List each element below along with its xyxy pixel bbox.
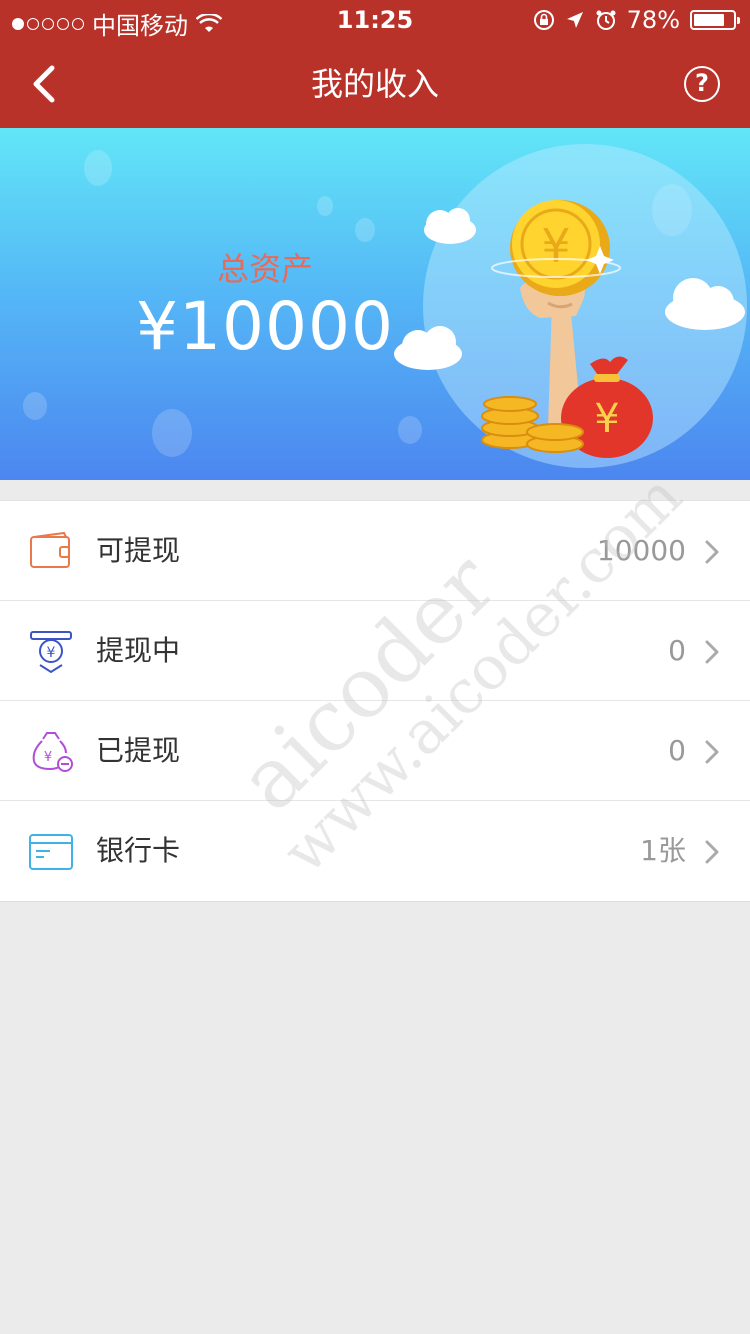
list-item-value: 0 bbox=[668, 734, 686, 767]
alarm-icon bbox=[596, 10, 616, 30]
svg-text:¥: ¥ bbox=[594, 396, 619, 442]
income-list: 可提现 10000 ¥ 提现中 0 ¥ 已提现 0 银行卡 1张 bbox=[0, 500, 750, 902]
chevron-right-icon bbox=[705, 740, 719, 764]
status-bar: 中国移动 11:25 78% bbox=[0, 0, 750, 40]
location-arrow-icon bbox=[566, 12, 583, 28]
svg-text:¥: ¥ bbox=[541, 219, 570, 273]
list-item-value: 1张 bbox=[640, 834, 686, 867]
total-assets-amount: ¥10000 bbox=[136, 288, 394, 365]
total-assets-label: 总资产 bbox=[216, 250, 313, 288]
list-item-value: 10000 bbox=[596, 534, 686, 567]
status-right: 78% bbox=[533, 6, 740, 34]
list-item-label: 已提现 bbox=[96, 734, 181, 767]
header-bar: 中国移动 11:25 78% 我的收入 ? bbox=[0, 0, 750, 128]
withdrawing-icon: ¥ bbox=[30, 631, 72, 674]
battery-icon bbox=[690, 10, 740, 30]
page-title: 我的收入 bbox=[310, 65, 439, 103]
list-item-withdrawn[interactable]: ¥ 已提现 0 bbox=[0, 701, 750, 801]
svg-text:¥: ¥ bbox=[47, 645, 56, 661]
list-item-label: 银行卡 bbox=[96, 834, 181, 867]
wallet-icon bbox=[30, 531, 70, 568]
list-item-withdrawing[interactable]: ¥ 提现中 0 bbox=[0, 601, 750, 701]
help-button[interactable]: ? bbox=[684, 66, 720, 102]
list-item-withdrawable[interactable]: 可提现 10000 bbox=[0, 501, 750, 601]
list-item-bank-card[interactable]: 银行卡 1张 bbox=[0, 801, 750, 901]
list-item-label: 提现中 bbox=[96, 634, 181, 667]
list-item-value: 0 bbox=[668, 634, 686, 667]
rotation-lock-icon bbox=[533, 10, 554, 30]
list-item-label: 可提现 bbox=[96, 534, 181, 567]
battery-percent: 78% bbox=[626, 6, 680, 34]
chevron-right-icon bbox=[705, 540, 719, 564]
chevron-right-icon bbox=[705, 840, 719, 864]
svg-text:¥: ¥ bbox=[44, 750, 52, 765]
chevron-right-icon bbox=[705, 640, 719, 664]
asset-banner: ¥ ¥ 总资产 ¥10000 bbox=[0, 128, 750, 480]
withdrawn-bag-icon: ¥ bbox=[32, 732, 73, 772]
bank-card-icon bbox=[29, 834, 73, 870]
